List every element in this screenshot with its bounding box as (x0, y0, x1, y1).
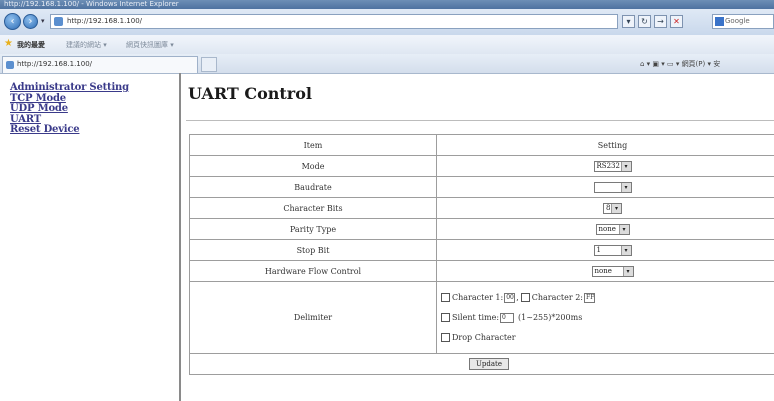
table-row: Mode RS232 ▾ (189, 155, 774, 177)
hardware-flow-control-label: Hardware Flow Control (189, 260, 437, 282)
character-bits-label: Character Bits (189, 197, 437, 219)
baudrate-select[interactable]: ▾ (593, 181, 632, 193)
character-2-checkbox[interactable] (520, 293, 530, 302)
chevron-down-icon: ▾ (618, 224, 629, 234)
delimiter-settings: Character 1: 00 , Character 2: FF Silent… (436, 281, 774, 354)
stop-icon[interactable]: ✕ (670, 15, 683, 28)
back-button[interactable]: ‹ (4, 13, 21, 30)
history-dropdown-icon[interactable]: ▾ (41, 17, 45, 25)
character-delimiter-row: Character 1: 00 , Character 2: FF (441, 288, 774, 308)
table-row: Baudrate ▾ (189, 176, 774, 198)
favorites-button[interactable]: 我的最愛 (17, 40, 45, 50)
column-header-setting: Setting (436, 134, 774, 156)
chevron-down-icon: ▾ (620, 245, 631, 255)
page-title: UART Control (188, 84, 312, 103)
table-header-row: Item Setting (189, 134, 774, 156)
drop-character-checkbox[interactable] (441, 333, 450, 342)
url-text: http://192.168.1.100/ (67, 17, 143, 25)
table-row: Update (189, 353, 774, 375)
table-row: Hardware Flow Control none ▾ (189, 260, 774, 282)
character-1-checkbox[interactable] (441, 293, 450, 302)
go-icon[interactable]: → (654, 15, 667, 28)
stop-bit-label: Stop Bit (189, 239, 437, 261)
silent-time-label: Silent time: (452, 313, 500, 322)
drop-character-row: Drop Character (441, 328, 774, 348)
hardware-flow-control-select[interactable]: none ▾ (591, 265, 634, 277)
table-row: Delimiter Character 1: 00 , Character 2:… (189, 281, 774, 354)
baudrate-label: Baudrate (189, 176, 437, 198)
column-header-item: Item (189, 134, 437, 156)
mode-select[interactable]: RS232 ▾ (593, 160, 632, 172)
update-button[interactable]: Update (469, 358, 509, 370)
separator-text: , (516, 293, 519, 302)
search-provider-icon (715, 17, 724, 26)
character-bits-select[interactable]: 8 ▾ (603, 202, 622, 214)
silent-time-input[interactable]: 0 (500, 312, 515, 323)
stop-bit-select[interactable]: 1 ▾ (593, 244, 632, 256)
silent-time-hint: (1~255)*200ms (518, 313, 583, 322)
compat-view-icon[interactable]: ▾ (622, 15, 635, 28)
drop-character-label: Drop Character (452, 333, 516, 342)
sidebar-item-administrator-setting[interactable]: Administrator Setting (10, 82, 179, 94)
chevron-down-icon: ▾ (611, 203, 621, 213)
sidebar-item-udp-mode[interactable]: UDP Mode (10, 103, 179, 115)
tab-label: http://192.168.1.100/ (17, 60, 93, 68)
address-toolbar: ‹ › ▾ http://192.168.1.100/ ▾ ↻ → ✕ Goog… (0, 9, 774, 35)
table-row: Stop Bit 1 ▾ (189, 239, 774, 261)
mode-label: Mode (189, 155, 437, 177)
character-1-input[interactable]: 00 (504, 292, 516, 303)
command-bar[interactable]: ⌂ ▾ ▣ ▾ ▭ ▾ 網頁(P) ▾ 安 (640, 59, 720, 69)
table-row: Parity Type none ▾ (189, 218, 774, 240)
sidebar-item-reset-device[interactable]: Reset Device (10, 124, 179, 136)
url-input[interactable]: http://192.168.1.100/ (50, 14, 618, 29)
silent-time-checkbox[interactable] (441, 313, 450, 322)
refresh-icon[interactable]: ↻ (638, 15, 651, 28)
parity-type-select[interactable]: none ▾ (595, 223, 630, 235)
character-1-label: Character 1: (452, 293, 504, 302)
search-input[interactable]: Google (712, 14, 774, 29)
page-icon (6, 61, 14, 69)
new-tab-button[interactable] (201, 57, 217, 72)
favorites-item[interactable]: 建議的網站 ▾ (66, 40, 107, 50)
chevron-down-icon: ▾ (622, 266, 633, 276)
page-icon (54, 17, 63, 26)
parity-type-label: Parity Type (189, 218, 437, 240)
delimiter-label: Delimiter (189, 281, 437, 354)
update-cell: Update (189, 353, 774, 375)
tab-current[interactable]: http://192.168.1.100/ (2, 56, 198, 73)
favorites-item[interactable]: 網頁快訊圖庫 ▾ (126, 40, 174, 50)
forward-button[interactable]: › (23, 14, 38, 29)
tab-bar: http://192.168.1.100/ ⌂ ▾ ▣ ▾ ▭ ▾ 網頁(P) … (0, 54, 774, 74)
title-divider (186, 120, 774, 121)
favorites-star-icon[interactable]: ★ (4, 39, 13, 49)
silent-time-row: Silent time: 0 (1~255)*200ms (441, 308, 774, 328)
chevron-down-icon: ▾ (620, 161, 631, 171)
character-2-input[interactable]: FF (583, 292, 595, 303)
search-placeholder: Google (725, 17, 750, 25)
window-titlebar: http://192.168.1.100/ - Windows Internet… (0, 0, 774, 9)
uart-settings-table: Item Setting Mode RS232 ▾ Baudrate ▾ Char… (189, 134, 774, 375)
table-row: Character Bits 8 ▾ (189, 197, 774, 219)
sidebar: Administrator Setting TCP Mode UDP Mode … (0, 73, 181, 401)
chevron-down-icon: ▾ (620, 182, 631, 192)
character-2-label: Character 2: (531, 293, 583, 302)
favorites-bar: ★ 我的最愛 建議的網站 ▾ 網頁快訊圖庫 ▾ (0, 35, 774, 55)
